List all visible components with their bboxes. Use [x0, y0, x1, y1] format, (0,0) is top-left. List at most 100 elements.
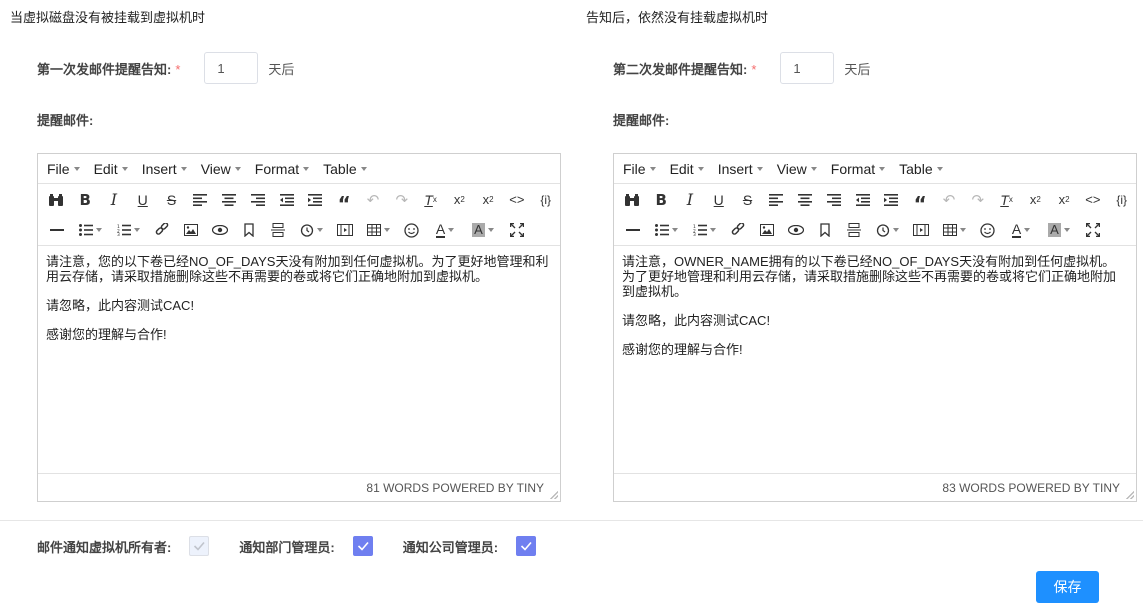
- resize-handle-icon[interactable]: [1126, 491, 1134, 499]
- underline-icon[interactable]: U: [704, 187, 733, 213]
- media-icon[interactable]: [906, 217, 935, 243]
- numbered-list-icon[interactable]: 123: [109, 217, 147, 243]
- align-left-icon[interactable]: [762, 187, 791, 213]
- fullscreen-icon[interactable]: [502, 217, 531, 243]
- subscript-icon[interactable]: x2: [445, 187, 474, 213]
- menu-edit[interactable]: Edit: [89, 161, 133, 177]
- bookmark-icon[interactable]: [810, 217, 839, 243]
- menu-insert[interactable]: Insert: [137, 161, 192, 177]
- chevron-down-icon: [448, 228, 455, 232]
- table-icon[interactable]: [359, 217, 397, 243]
- emoji-icon[interactable]: [973, 217, 1002, 243]
- code-icon[interactable]: <>: [1079, 187, 1108, 213]
- bold-icon[interactable]: B: [71, 187, 100, 213]
- menu-view[interactable]: View: [772, 161, 822, 177]
- numbered-list-icon[interactable]: 123: [685, 217, 723, 243]
- align-right-icon[interactable]: [819, 187, 848, 213]
- superscript-icon[interactable]: x2: [474, 187, 503, 213]
- horizontal-rule-icon[interactable]: [42, 217, 71, 243]
- indent-icon[interactable]: [301, 187, 330, 213]
- text-color-icon[interactable]: A: [426, 217, 464, 243]
- redo-icon[interactable]: ↷: [387, 187, 416, 213]
- menu-view[interactable]: View: [196, 161, 246, 177]
- menu-edit[interactable]: Edit: [665, 161, 709, 177]
- align-center-icon[interactable]: [791, 187, 820, 213]
- fullscreen-icon[interactable]: [1078, 217, 1107, 243]
- chevron-down-icon: [121, 166, 128, 171]
- editor-content[interactable]: 请注意，您的以下卷已经NO_OF_DAYS天没有附加到任何虚拟机。为了更好地管理…: [38, 246, 560, 468]
- undo-icon[interactable]: ↶: [359, 187, 388, 213]
- template-icon[interactable]: {​i}: [1107, 187, 1136, 213]
- strikethrough-icon[interactable]: S: [733, 187, 762, 213]
- bullet-list-icon[interactable]: [647, 217, 685, 243]
- indent-icon[interactable]: [877, 187, 906, 213]
- horizontal-rule-icon[interactable]: [618, 217, 647, 243]
- undo-icon[interactable]: ↶: [935, 187, 964, 213]
- chevron-down-icon: [487, 228, 494, 232]
- page-break-icon[interactable]: [839, 217, 868, 243]
- menu-table[interactable]: Table: [894, 161, 947, 177]
- clear-format-icon[interactable]: Tx: [992, 187, 1021, 213]
- subscript-icon[interactable]: x2: [1021, 187, 1050, 213]
- blockquote-icon[interactable]: “: [330, 187, 359, 214]
- clear-format-icon[interactable]: Tx: [416, 187, 445, 213]
- superscript-icon[interactable]: x2: [1050, 187, 1079, 213]
- emoji-icon[interactable]: [397, 217, 426, 243]
- bookmark-icon[interactable]: [234, 217, 263, 243]
- preview-icon[interactable]: [781, 217, 810, 243]
- find-replace-icon[interactable]: [42, 187, 71, 213]
- preview-icon[interactable]: [205, 217, 234, 243]
- background-color-icon[interactable]: A: [464, 217, 502, 243]
- resize-handle-icon[interactable]: [550, 491, 558, 499]
- link-icon[interactable]: [147, 217, 176, 243]
- redo-icon[interactable]: ↷: [963, 187, 992, 213]
- chevron-down-icon: [892, 228, 899, 232]
- editor-content[interactable]: 请注意，OWNER_NAME拥有的以下卷已经NO_OF_DAYS天没有附加到任何…: [614, 246, 1136, 468]
- text-color-icon[interactable]: A: [1002, 217, 1040, 243]
- outdent-icon[interactable]: [848, 187, 877, 213]
- chevron-down-icon: [133, 228, 140, 232]
- clock-icon[interactable]: [292, 217, 330, 243]
- chevron-down-icon: [95, 228, 102, 232]
- align-left-icon[interactable]: [186, 187, 215, 213]
- first-reminder-days-input[interactable]: [204, 52, 259, 84]
- menu-table[interactable]: Table: [318, 161, 371, 177]
- italic-icon[interactable]: I: [676, 187, 705, 213]
- align-center-icon[interactable]: [215, 187, 244, 213]
- code-icon[interactable]: <>: [503, 187, 532, 213]
- chevron-down-icon: [879, 166, 886, 171]
- notify-company-admin-checkbox[interactable]: [516, 536, 537, 556]
- rich-text-editor[interactable]: File Edit Insert View Format Table B I U…: [613, 153, 1137, 502]
- page-break-icon[interactable]: [263, 217, 292, 243]
- align-right-icon[interactable]: [243, 187, 272, 213]
- outdent-icon[interactable]: [272, 187, 301, 213]
- rich-text-editor[interactable]: File Edit Insert View Format Table B I U…: [37, 153, 561, 502]
- menu-file[interactable]: File: [618, 161, 661, 177]
- notify-owner-checkbox[interactable]: [189, 536, 210, 556]
- background-color-icon[interactable]: A: [1040, 217, 1078, 243]
- menu-file[interactable]: File: [42, 161, 85, 177]
- bold-icon[interactable]: B: [647, 187, 676, 213]
- required-mark: *: [751, 61, 757, 77]
- notify-options: 邮件通知虚拟机所有者: 通知部门管理员: 通知公司管理员:: [37, 534, 566, 558]
- find-replace-icon[interactable]: [618, 187, 647, 213]
- save-button[interactable]: 保存: [1036, 571, 1099, 603]
- bullet-list-icon[interactable]: [71, 217, 109, 243]
- underline-icon[interactable]: U: [128, 187, 157, 213]
- template-icon[interactable]: {​i}: [531, 187, 560, 213]
- second-reminder-days-input[interactable]: [780, 52, 835, 84]
- clock-icon[interactable]: [868, 217, 906, 243]
- strikethrough-icon[interactable]: S: [157, 187, 186, 213]
- notify-dept-admin-checkbox[interactable]: [352, 536, 373, 556]
- menu-insert[interactable]: Insert: [713, 161, 768, 177]
- menu-format[interactable]: Format: [826, 161, 890, 177]
- italic-icon[interactable]: I: [100, 187, 129, 213]
- blockquote-icon[interactable]: “: [906, 187, 935, 214]
- link-icon[interactable]: [723, 217, 752, 243]
- image-icon[interactable]: [176, 217, 205, 243]
- media-icon[interactable]: [330, 217, 359, 243]
- editor-statusbar: 83 WORDS POWERED BY TINY: [614, 473, 1136, 501]
- image-icon[interactable]: [752, 217, 781, 243]
- table-icon[interactable]: [935, 217, 973, 243]
- menu-format[interactable]: Format: [250, 161, 314, 177]
